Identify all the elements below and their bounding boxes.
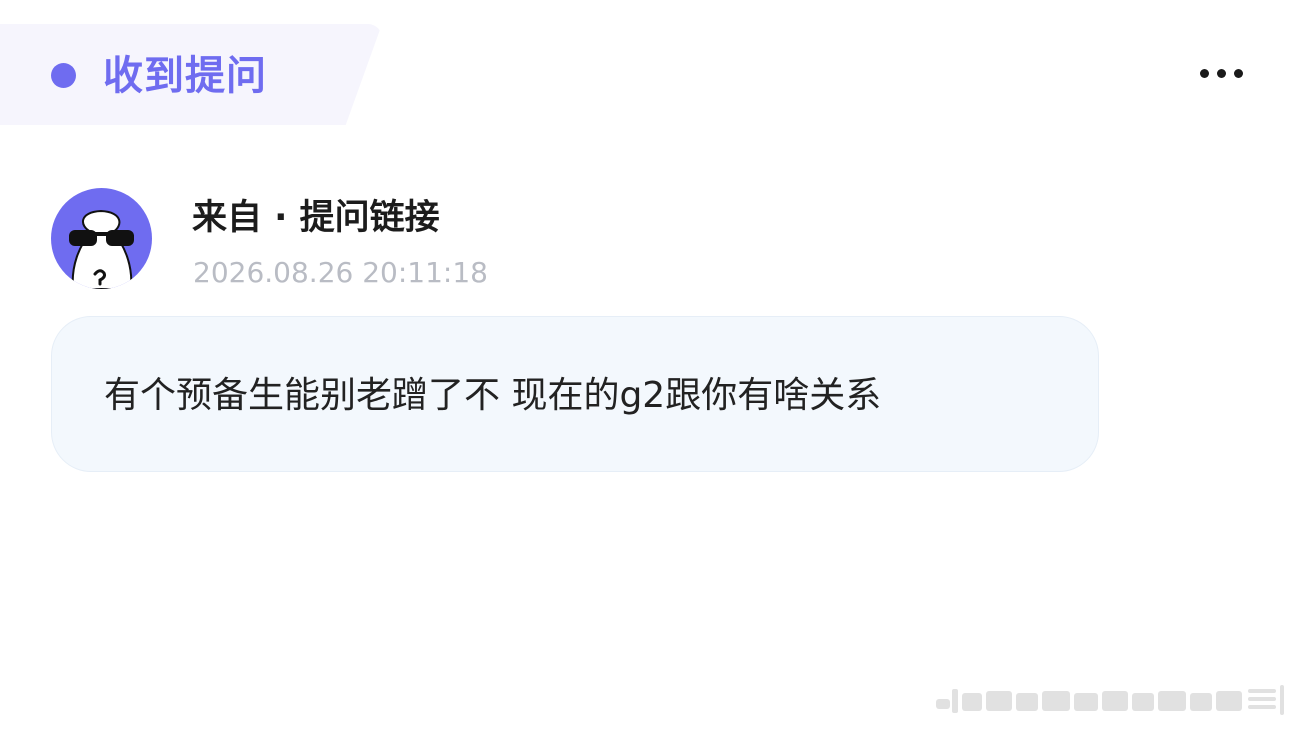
more-options-button[interactable] — [1196, 60, 1248, 88]
question-bubble: 有个预备生能别老蹭了不 现在的g2跟你有啥关系 — [51, 316, 1099, 472]
anonymous-sunglasses-avatar-icon — [51, 188, 152, 289]
watermark-icon — [936, 685, 1284, 715]
more-dot-icon — [1200, 69, 1209, 78]
page-title: 收到提问 — [103, 53, 267, 99]
question-text: 有个预备生能别老蹭了不 现在的g2跟你有啥关系 — [104, 375, 882, 416]
more-dot-icon — [1217, 69, 1226, 78]
timestamp: 2026.08.26 20:11:18 — [193, 256, 488, 289]
avatar — [51, 188, 152, 289]
header-dot-icon — [51, 63, 76, 88]
more-dot-icon — [1234, 69, 1243, 78]
sender-name: 来自 · 提问链接 — [192, 198, 440, 238]
